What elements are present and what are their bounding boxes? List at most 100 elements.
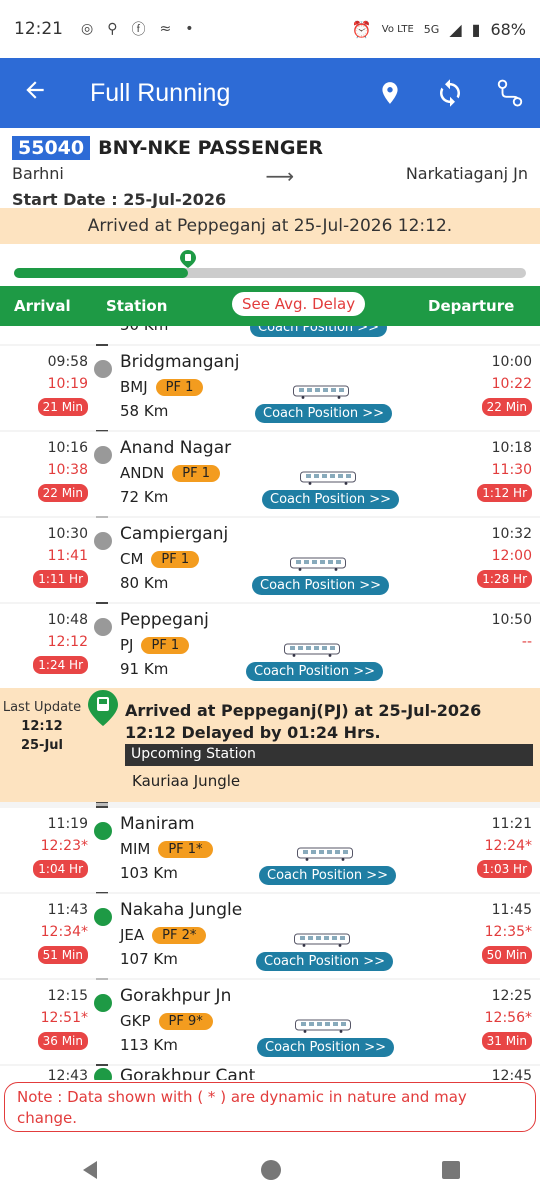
platform-badge: PF 1* <box>158 840 213 858</box>
arrival-delay-badge: 1:04 Hr <box>33 860 88 878</box>
status-bar: 12:21 ◎ ⚲ ⓕ ≈ • ⏰ Vo LTE 5G ◢ ▮ 68% <box>0 0 540 58</box>
scheduled-departure: 10:32 <box>491 526 532 542</box>
notification-icons: ◎ ⚲ ⓕ ≈ • <box>81 19 193 39</box>
scheduled-arrival: 12:15 <box>47 988 88 1004</box>
network-label: 5G <box>423 22 440 36</box>
distance-km: 107 Km <box>120 950 178 968</box>
station-row[interactable]: 10:48 12:12 1:24 Hr Peppeganj PJ PF 1 91 Km Coa… <box>0 604 540 688</box>
station-code: MIM <box>120 840 151 858</box>
actual-departure: 10:22 <box>491 376 532 392</box>
train-number: 55040 <box>12 136 91 160</box>
location-button[interactable] <box>360 78 420 108</box>
scheduled-arrival: 11:19 <box>47 816 88 832</box>
actual-departure: 12:24* <box>484 838 532 854</box>
start-date-value: 25-Jul-2026 <box>123 190 227 209</box>
scheduled-arrival: 11:43 <box>47 902 88 918</box>
home-nav-icon[interactable] <box>260 1159 282 1181</box>
actual-arrival: 11:41 <box>47 548 88 564</box>
platform-badge: PF 1 <box>151 550 200 568</box>
departure-delay-badge: 22 Min <box>481 398 532 416</box>
actual-arrival: 10:38 <box>47 462 88 478</box>
coach-position-button[interactable]: Coach Position >> <box>252 576 390 595</box>
departure-delay-badge: 1:28 Hr <box>477 570 532 588</box>
volte-icon: Vo LTE <box>381 23 414 35</box>
more-dot-icon: • <box>185 21 194 37</box>
arrival-delay-badge: 51 Min <box>37 946 88 964</box>
scheduled-arrival: 10:48 <box>47 612 88 628</box>
coach-icon <box>290 556 346 571</box>
distance-km: 80 Km <box>120 574 169 592</box>
train-marker-icon <box>180 250 197 268</box>
upcoming-station-name: Kauriaa Jungle <box>132 772 241 790</box>
recents-nav-icon[interactable] <box>441 1160 461 1180</box>
station-row[interactable]: 09:58 10:19 21 Min Bridgmanganj BMJ PF 1 58 Km… <box>0 346 540 430</box>
departure-delay-badge: 50 Min <box>481 946 532 964</box>
actual-arrival: 12:12 <box>47 634 88 650</box>
coach-icon <box>294 932 350 947</box>
station-code: ANDN <box>120 464 165 482</box>
station-dot <box>94 908 112 926</box>
scheduled-arrival: 09:58 <box>47 354 88 370</box>
back-nav-icon[interactable] <box>79 1159 101 1181</box>
partial-station-top: 50 Km Coach Position >> <box>0 326 540 344</box>
page-title: Full Running <box>90 78 231 107</box>
distance-km: 113 Km <box>120 1036 178 1054</box>
station-row[interactable]: 10:30 11:41 1:11 Hr Campierganj CM PF 1 80 Km C… <box>0 518 540 602</box>
app-notification-icon-2: ≈ <box>159 21 172 37</box>
platform-badge: PF 2* <box>152 926 207 944</box>
current-train-pin-icon <box>88 690 118 726</box>
battery-level: 68% <box>490 19 526 39</box>
scheduled-arrival: 12:43 <box>47 1068 88 1080</box>
from-station: Barhni <box>12 164 64 183</box>
station-name: Bridgmanganj <box>120 352 240 372</box>
station-name: Campierganj <box>120 524 229 544</box>
actual-arrival: 12:23* <box>40 838 88 854</box>
dynamic-data-note: Note : Data shown with ( * ) are dynamic… <box>4 1082 536 1132</box>
actual-departure: 11:30 <box>491 462 532 478</box>
coach-position-button[interactable]: Coach Position >> <box>259 866 397 885</box>
route-button[interactable] <box>480 78 540 108</box>
scheduled-departure: 10:50 <box>491 612 532 628</box>
station-code: PJ <box>120 636 134 654</box>
station-name: Anand Nagar <box>120 438 232 458</box>
see-avg-delay-button[interactable]: See Avg. Delay <box>232 292 366 316</box>
coach-position-button[interactable]: Coach Position >> <box>255 404 393 423</box>
station-row[interactable]: 11:43 12:34* 51 Min Nakaha Jungle JEA PF 2* 10… <box>0 894 540 978</box>
last-update-label: Last Update <box>2 700 82 715</box>
coach-position-button[interactable]: Coach Position >> <box>246 662 384 681</box>
station-code: GKP <box>120 1012 151 1030</box>
scheduled-departure: 10:00 <box>491 354 532 370</box>
train-name: BNY-NKE PASSENGER <box>98 137 324 159</box>
station-row[interactable]: 10:16 10:38 22 Min Anand Nagar ANDN PF 1 72 Km… <box>0 432 540 516</box>
scheduled-departure: 12:45 <box>491 1068 532 1080</box>
actual-departure: 12:35* <box>484 924 532 940</box>
coach-position-button[interactable]: Coach Position >> <box>262 490 400 509</box>
upcoming-station-label: Upcoming Station <box>125 744 533 766</box>
arrival-delay-badge: 22 Min <box>37 484 88 502</box>
actual-departure: 12:56* <box>484 1010 532 1026</box>
status-time: 12:21 <box>14 19 63 39</box>
arrow-left-icon <box>26 80 44 99</box>
system-nav-bar <box>0 1140 540 1200</box>
back-button[interactable] <box>0 77 70 110</box>
partial-station-bottom: 12:43 Gorakhpur Cant 12:45 <box>0 1066 540 1080</box>
app-notification-icon: ⚲ <box>107 21 118 37</box>
last-update-time: 12:12 <box>21 719 63 734</box>
alarm-icon: ⏰ <box>351 19 372 39</box>
current-status-panel: Last Update 12:12 25-Jul Arrived at Pepp… <box>0 688 540 802</box>
coach-position-button[interactable]: Coach Position >> <box>250 326 388 337</box>
station-dot <box>94 532 112 550</box>
station-dot <box>94 994 112 1012</box>
station-name: Gorakhpur Cant <box>120 1066 256 1080</box>
refresh-button[interactable] <box>420 78 480 108</box>
coach-position-button[interactable]: Coach Position >> <box>256 952 394 971</box>
station-dot <box>94 822 112 840</box>
coach-position-button[interactable]: Coach Position >> <box>257 1038 395 1057</box>
to-station: Narkatiaganj Jn <box>405 164 528 183</box>
arrow-right-icon: ⟶ <box>265 164 295 188</box>
station-row[interactable]: 11:19 12:23* 1:04 Hr Maniram MIM PF 1* 103 Km C… <box>0 808 540 892</box>
arrival-delay-badge: 1:24 Hr <box>33 656 88 674</box>
station-row[interactable]: 12:15 12:51* 36 Min Gorakhpur Jn GKP PF 9* 113… <box>0 980 540 1064</box>
platform-badge: PF 1 <box>155 378 204 396</box>
station-list[interactable]: 50 Km Coach Position >> 09:58 10:19 21 Min… <box>0 326 540 1080</box>
